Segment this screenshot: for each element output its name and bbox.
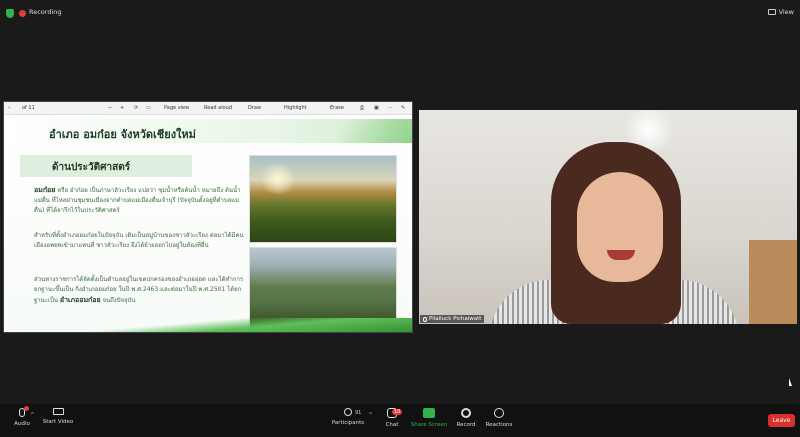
paragraph-1-lead: อมก๋อย — [34, 186, 56, 194]
start-video-label: Start Video — [42, 419, 74, 425]
participant-face — [577, 172, 663, 282]
paragraph-1-text: หรือ อ๋าก๋อย เป็นภาษาลัวะเรียง แปลว่า ชุ… — [34, 187, 241, 214]
reactions-button[interactable]: Reactions — [477, 408, 521, 428]
section-title: ด้านประวัติศาสตร์ — [52, 162, 131, 173]
mouse-cursor-icon — [789, 378, 792, 386]
save-icon[interactable]: ▣ — [374, 105, 379, 111]
page-indicator: of 11 — [22, 105, 35, 111]
print-icon[interactable]: ⎙ — [360, 105, 364, 111]
participant-name: Pilailuck Pichaiwatt — [429, 316, 482, 322]
tea-plantation-photo — [249, 155, 397, 243]
participants-button[interactable]: Participants — [326, 408, 370, 426]
decorative-curve — [292, 119, 412, 143]
audio-label: Audio — [14, 421, 30, 427]
recording-label: Recording — [29, 8, 62, 16]
video-off-icon — [52, 408, 64, 415]
share-screen-label: Share Screen — [410, 422, 448, 428]
pdf-scrollbar[interactable] — [412, 115, 413, 333]
pdf-toolbar: ‹ of 11 − + ⟳ ▭ Page view Read aloud Dra… — [4, 102, 412, 115]
reactions-label: Reactions — [485, 422, 513, 428]
participant-video[interactable]: Pilailuck Pichaiwatt — [419, 110, 797, 324]
recording-icon — [19, 10, 26, 17]
pin-icon[interactable]: ✎ — [401, 105, 405, 111]
paragraph-3-bold: อำเภออมก๋อย — [59, 296, 101, 304]
reactions-icon — [494, 408, 504, 418]
security-shield-icon[interactable] — [6, 9, 14, 18]
audio-options-caret[interactable]: ^ — [30, 412, 35, 419]
back-icon[interactable]: ‹ — [8, 105, 10, 111]
sun-glow — [258, 164, 298, 194]
mic-icon — [423, 316, 427, 322]
meeting-top-bar: Recording View — [0, 0, 800, 26]
participants-count: 91 — [355, 410, 362, 416]
slide-page: อำเภอ อมก๋อย จังหวัดเชียงใหม่ ด้านประวัต… — [4, 115, 412, 332]
draw-button[interactable]: Draw — [248, 105, 261, 111]
fit-page-icon[interactable]: ▭ — [146, 105, 151, 111]
view-label: View — [778, 8, 794, 16]
participant-name-tag: Pilailuck Pichaiwatt — [420, 315, 485, 323]
record-icon — [461, 408, 471, 418]
record-label: Record — [456, 422, 476, 428]
shared-screen: ‹ of 11 − + ⟳ ▭ Page view Read aloud Dra… — [3, 101, 413, 333]
paragraph-1: อมก๋อย หรือ อ๋าก๋อย เป็นภาษาลัวะเรียง แป… — [34, 185, 244, 216]
participants-label: Participants — [331, 420, 365, 426]
zoom-in-button[interactable]: + — [120, 105, 124, 111]
erase-button[interactable]: Erase — [330, 105, 344, 111]
paragraph-3-end: จนถึงปัจจุบัน — [102, 297, 136, 304]
read-aloud-button[interactable]: Read aloud — [204, 105, 232, 111]
participants-icon — [344, 408, 352, 416]
zoom-out-button[interactable]: − — [108, 105, 112, 111]
more-icon[interactable]: ⋯ — [388, 105, 393, 111]
chat-label: Chat — [385, 422, 399, 428]
background-shelf — [749, 240, 797, 324]
leave-button[interactable]: Leave — [768, 414, 795, 427]
highlight-button[interactable]: Highlight — [284, 105, 307, 111]
grid-view-icon — [767, 9, 776, 15]
start-video-button[interactable]: Start Video — [36, 408, 80, 425]
view-button[interactable]: View — [767, 8, 794, 16]
decorative-wave — [4, 318, 412, 332]
muted-mic-icon — [19, 406, 29, 417]
scroll-thumb[interactable] — [412, 175, 413, 197]
meeting-controls-bar: Audio ^ Start Video Participants 91 ^ Ch… — [0, 404, 800, 437]
rotate-icon[interactable]: ⟳ — [134, 105, 138, 111]
share-screen-icon — [423, 408, 435, 418]
paragraph-3: ส่วนทางราชการได้จัดตั้งเป็นตำบลอยู่ในเขต… — [34, 275, 244, 306]
slide-title: อำเภอ อมก๋อย จังหวัดเชียงใหม่ — [49, 128, 196, 141]
page-view-button[interactable]: Page view — [164, 105, 189, 111]
chat-unread-badge: 10 — [392, 409, 403, 415]
paragraph-2: สำหรับที่ตั้งอำเภออมก๋อยในปัจจุบัน เดิมเ… — [34, 232, 244, 249]
